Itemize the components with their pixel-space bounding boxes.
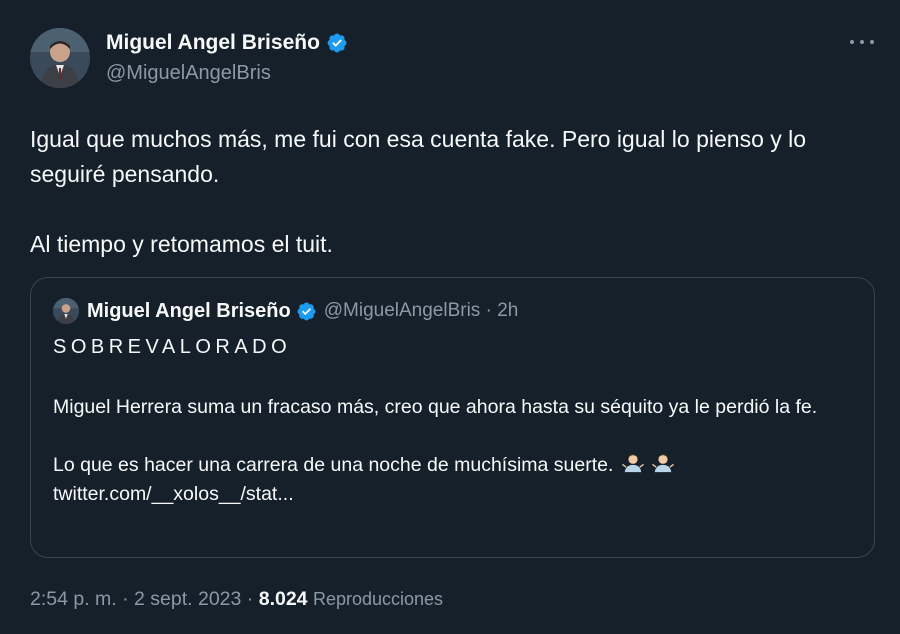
- avatar-image: [53, 298, 79, 324]
- author-avatar[interactable]: [30, 28, 90, 88]
- more-dot: [850, 40, 854, 44]
- views-count: 8.024: [258, 588, 308, 610]
- quoted-tweet-card[interactable]: Miguel Angel Briseño @MiguelAngelBris · …: [30, 277, 875, 558]
- quoted-paragraph: Lo que es hacer una carrera de una noche…: [53, 451, 853, 509]
- quoted-tweet-header: Miguel Angel Briseño @MiguelAngelBris · …: [53, 298, 518, 324]
- author-name[interactable]: Miguel Angel Briseño: [106, 31, 320, 55]
- quoted-paragraph-text: Lo que es hacer una carrera de una noche…: [53, 454, 614, 476]
- avatar-image: [30, 28, 90, 88]
- tweet: Miguel Angel Briseño @MiguelAngelBris Ig…: [0, 0, 900, 634]
- quoted-link[interactable]: twitter.com/__xolos__/stat...: [53, 483, 294, 505]
- quoted-author-name: Miguel Angel Briseño: [87, 299, 291, 322]
- author-name-row[interactable]: Miguel Angel Briseño: [106, 31, 348, 55]
- tweet-footer: 2:54 p. m. · 2 sept. 2023 · 8.024 Reprod…: [30, 588, 443, 611]
- author-handle[interactable]: @MiguelAngelBris: [106, 62, 271, 85]
- quoted-author-avatar: [53, 298, 79, 324]
- more-dot: [860, 40, 864, 44]
- tweet-datetime[interactable]: 2:54 p. m. · 2 sept. 2023 ·: [30, 588, 259, 610]
- quoted-paragraph: Miguel Herrera suma un fracaso más, creo…: [53, 396, 818, 418]
- tweet-text: Igual que muchos más, me fui con esa cue…: [30, 122, 880, 262]
- tweet-text-paragraph: Igual que muchos más, me fui con esa cue…: [30, 126, 807, 187]
- views-label: Reproducciones: [312, 589, 444, 609]
- verified-badge-icon: [327, 33, 347, 53]
- man-shrugging-emoji-icon: [652, 454, 675, 473]
- verified-badge-icon: [297, 302, 316, 320]
- quoted-tweet-title: SOBREVALORADO: [53, 336, 292, 358]
- more-options-icon[interactable]: [850, 36, 874, 48]
- quoted-tweet-body: Miguel Herrera suma un fracaso más, creo…: [53, 393, 853, 509]
- more-dot: [870, 40, 874, 44]
- quoted-handle-time: @MiguelAngelBris · 2h: [323, 300, 519, 321]
- man-shrugging-emoji-icon: [621, 454, 644, 473]
- tweet-text-paragraph: Al tiempo y retomamos el tuit.: [30, 231, 333, 257]
